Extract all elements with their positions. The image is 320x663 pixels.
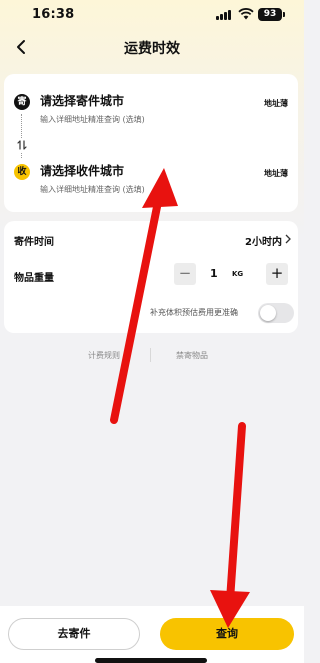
sender-badge-icon: 寄 xyxy=(14,94,30,110)
volume-hint: 补充体积预估费用更准确 xyxy=(150,308,238,317)
status-bar: 16:38 93 xyxy=(0,0,304,30)
receiver-city-row[interactable]: 收 请选择收件城市 输入详细地址精准查询 (选填) 地址薄 xyxy=(4,158,298,204)
arrow-down-to-query xyxy=(210,422,250,628)
shipping-options-card: 寄件时间 2小时内 物品重量 − 1 KG + 补充体积预估费用更准确 xyxy=(4,221,298,333)
sender-address-hint: 输入详细地址精准查询 (选填) xyxy=(40,115,145,124)
swap-icon[interactable] xyxy=(15,138,29,152)
sender-address-book-link[interactable]: 地址薄 xyxy=(264,98,288,109)
sender-city-title: 请选择寄件城市 xyxy=(40,94,125,108)
battery-level: 93 xyxy=(263,9,277,19)
prohibited-items-link[interactable]: 禁寄物品 xyxy=(176,350,208,361)
weight-value[interactable]: 1 xyxy=(210,267,218,280)
wifi-icon xyxy=(238,8,254,20)
status-time: 16:38 xyxy=(32,7,75,22)
receiver-badge-icon: 收 xyxy=(14,164,30,180)
chevron-right-icon[interactable] xyxy=(284,234,292,244)
battery-icon: 93 xyxy=(258,8,285,21)
link-divider xyxy=(150,348,151,362)
send-time-label: 寄件时间 xyxy=(14,237,54,248)
address-card: 寄 请选择寄件城市 输入详细地址精准查询 (选填) 地址薄 收 请选择收件城市 … xyxy=(4,74,298,212)
page-title: 运费时效 xyxy=(124,41,180,57)
weight-unit: KG xyxy=(232,270,244,278)
go-send-button[interactable]: 去寄件 xyxy=(8,618,140,650)
weight-decrease-button[interactable]: − xyxy=(174,263,196,285)
bottom-action-bar: 去寄件 查询 xyxy=(0,606,304,663)
send-time-value[interactable]: 2小时内 xyxy=(245,233,282,248)
toggle-knob xyxy=(260,305,276,321)
receiver-address-book-link[interactable]: 地址薄 xyxy=(264,168,288,179)
weight-stepper: − 1 KG + xyxy=(174,263,288,285)
receiver-address-hint: 输入详细地址精准查询 (选填) xyxy=(40,185,145,194)
home-indicator xyxy=(95,658,207,663)
nav-bar: 运费时效 xyxy=(0,30,304,64)
weight-label: 物品重量 xyxy=(14,273,54,284)
cellular-signal-icon xyxy=(216,10,234,20)
weight-increase-button[interactable]: + xyxy=(266,263,288,285)
receiver-city-title: 请选择收件城市 xyxy=(40,164,125,178)
volume-toggle[interactable] xyxy=(258,303,294,323)
pricing-rules-link[interactable]: 计费规则 xyxy=(88,350,120,361)
query-button[interactable]: 查询 xyxy=(160,618,294,650)
sender-city-row[interactable]: 寄 请选择寄件城市 输入详细地址精准查询 (选填) 地址薄 xyxy=(4,88,298,134)
